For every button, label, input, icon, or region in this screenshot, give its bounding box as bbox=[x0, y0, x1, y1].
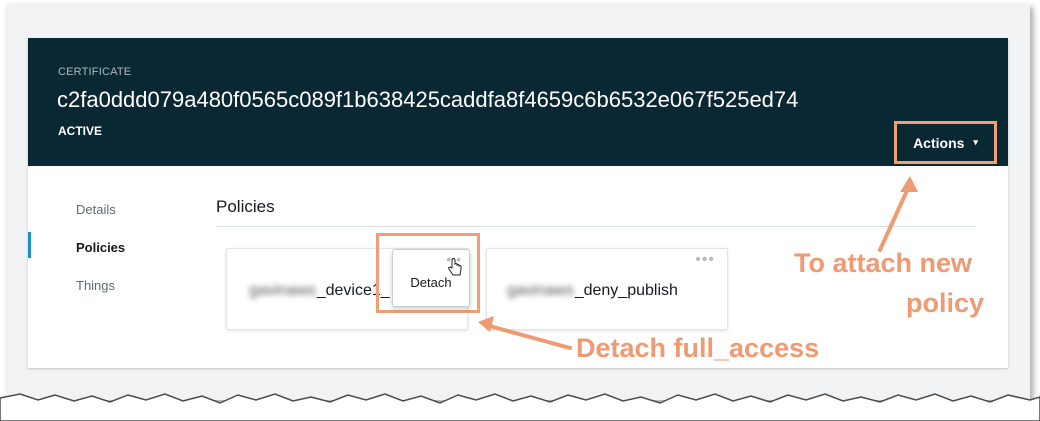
policy-name-suffix: _deny_publish bbox=[574, 282, 678, 299]
certificate-label: CERTIFICATE bbox=[58, 66, 132, 78]
section-divider bbox=[216, 226, 976, 227]
certificate-panel: CERTIFICATE c2fa0ddd079a480f0565c089f1b6… bbox=[28, 38, 1008, 368]
annotation-attach-line1: To attach new bbox=[794, 248, 973, 278]
sidebar-item-details[interactable]: Details bbox=[76, 202, 116, 217]
policy-card-deny-publish[interactable]: gavinaws_deny_publish ••• bbox=[486, 248, 728, 330]
policy-name: gavinaws_deny_publish bbox=[507, 282, 678, 300]
redacted-name-prefix: gavinaws bbox=[507, 282, 574, 299]
certificate-id: c2fa0ddd079a480f0565c089f1b638425caddfa8… bbox=[57, 87, 799, 112]
actions-button-label: Actions bbox=[913, 134, 965, 151]
section-title: Policies bbox=[216, 197, 275, 216]
more-options-icon[interactable]: ••• bbox=[695, 252, 715, 268]
sidebar-item-things[interactable]: Things bbox=[76, 278, 115, 293]
hand-cursor-icon bbox=[448, 258, 462, 276]
policy-name: gavinaws_device1_ bbox=[249, 282, 390, 300]
annotation-detach: Detach full_access bbox=[576, 333, 820, 363]
certificate-header: CERTIFICATE c2fa0ddd079a480f0565c089f1b6… bbox=[28, 38, 1008, 166]
sidebar-item-policies[interactable]: Policies bbox=[76, 240, 125, 255]
annotation-attach-line2: policy bbox=[906, 288, 985, 318]
redacted-name-prefix: gavinaws bbox=[249, 282, 316, 299]
actions-button[interactable]: Actions ▾ bbox=[894, 121, 997, 164]
chevron-down-icon: ▾ bbox=[973, 137, 978, 147]
active-nav-indicator bbox=[28, 232, 31, 258]
torn-edge bbox=[0, 393, 1040, 421]
certificate-status-badge: ACTIVE bbox=[58, 124, 103, 138]
